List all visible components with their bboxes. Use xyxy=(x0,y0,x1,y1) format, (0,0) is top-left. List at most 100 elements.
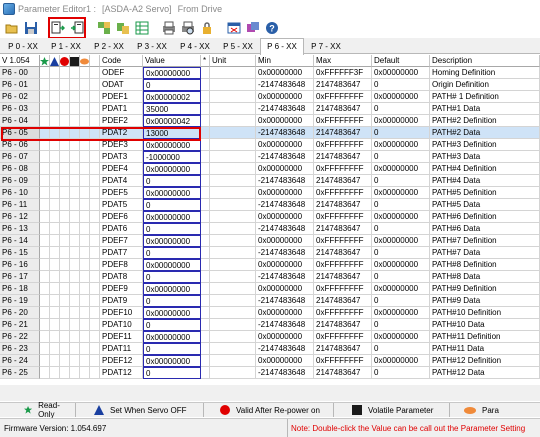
param-value[interactable]: 0 xyxy=(143,79,201,91)
legend-volatile: Volatile Parameter xyxy=(334,403,450,417)
copy-icon[interactable] xyxy=(115,20,131,36)
tab-p0[interactable]: P 0 - XX xyxy=(3,40,43,54)
param-value[interactable]: -1000000 xyxy=(143,151,201,163)
param-code: PDEF2 xyxy=(100,115,143,127)
table-row[interactable]: P6 - 16 PDEF8 0x00000000 0x00000000 0xFFFFFF… xyxy=(0,259,540,271)
param-value[interactable]: 0x00000000 xyxy=(143,283,201,295)
table-row[interactable]: P6 - 07 PDAT3 -1000000 -2147483648 214748364… xyxy=(0,151,540,163)
table-row[interactable]: P6 - 23 PDAT11 0 -2147483648 2147483647 0 PATH… xyxy=(0,343,540,355)
param-min: -2147483648 xyxy=(256,127,314,139)
table-row[interactable]: P6 - 19 PDAT9 0 -2147483648 2147483647 0 PATH#… xyxy=(0,295,540,307)
param-value[interactable]: 0 xyxy=(143,247,201,259)
compare-icon[interactable] xyxy=(96,20,112,36)
param-value[interactable]: 0x00000000 xyxy=(143,211,201,223)
param-id: P6 - 12 xyxy=(0,211,40,223)
table-row[interactable]: P6 - 18 PDEF9 0x00000000 0x00000000 0xFFFFFF… xyxy=(0,283,540,295)
table-row[interactable]: P6 - 12 PDEF6 0x00000000 0x00000000 0xFFFFFF… xyxy=(0,211,540,223)
save-icon[interactable] xyxy=(23,20,39,36)
star-cell xyxy=(201,343,210,355)
print-preview-icon[interactable] xyxy=(180,20,196,36)
para-flag xyxy=(80,199,90,211)
tab-p4[interactable]: P 4 - XX xyxy=(175,40,215,54)
param-value[interactable]: 0 xyxy=(143,295,201,307)
param-value[interactable]: 0 xyxy=(143,223,201,235)
param-value[interactable]: 35000 xyxy=(143,103,201,115)
tab-p1[interactable]: P 1 - XX xyxy=(46,40,86,54)
print-icon[interactable] xyxy=(161,20,177,36)
param-value[interactable]: 0x00000000 xyxy=(143,307,201,319)
param-value[interactable]: 0x00000000 xyxy=(143,235,201,247)
volatile-flag xyxy=(70,163,80,175)
param-value[interactable]: 0 xyxy=(143,199,201,211)
open-icon[interactable] xyxy=(4,20,20,36)
param-max: 0xFFFFFFFF xyxy=(314,211,372,223)
table-row[interactable]: P6 - 22 PDEF11 0x00000000 0x00000000 0xFFFFF… xyxy=(0,331,540,343)
table-row[interactable]: P6 - 00 ODEF 0x00000000 0x00000000 0xFFFFFF3… xyxy=(0,67,540,79)
table-row[interactable]: P6 - 03 PDAT1 35000 -2147483648 2147483647 0 P… xyxy=(0,103,540,115)
param-max: 0xFFFFFFFF xyxy=(314,139,372,151)
param-code: PDAT6 xyxy=(100,223,143,235)
param-unit xyxy=(210,211,256,223)
table-row[interactable]: P6 - 13 PDAT6 0 -2147483648 2147483647 0 PATH#… xyxy=(0,223,540,235)
param-description: PATH#8 Definition xyxy=(430,259,540,271)
param-value[interactable]: 0x00000000 xyxy=(143,187,201,199)
read-only-flag xyxy=(40,235,50,247)
title-bar: Parameter Editor1 : [ASDA-A2 Servo] From… xyxy=(0,0,540,18)
param-value[interactable]: 0x00000000 xyxy=(143,355,201,367)
table-row[interactable]: P6 - 17 PDAT8 0 -2147483648 2147483647 0 PATH#… xyxy=(0,271,540,283)
table-icon[interactable] xyxy=(134,20,150,36)
volatile-flag xyxy=(70,175,80,187)
param-id: P6 - 08 xyxy=(0,163,40,175)
param-id: P6 - 23 xyxy=(0,343,40,355)
param-value[interactable]: 0x00000000 xyxy=(143,163,201,175)
parameter-grid: V 1.054 Code Value * Unit Min Max Defaul… xyxy=(0,55,540,385)
horizontal-scrollbar[interactable] xyxy=(0,385,540,401)
table-row[interactable]: P6 - 21 PDAT10 0 -2147483648 2147483647 0 PATH… xyxy=(0,319,540,331)
star-cell xyxy=(201,307,210,319)
param-unit xyxy=(210,127,256,139)
table-row[interactable]: P6 - 10 PDEF5 0x00000000 0x00000000 0xFFFFFF… xyxy=(0,187,540,199)
param-value[interactable]: 0x00000000 xyxy=(143,331,201,343)
table-row[interactable]: P6 - 01 ODAT 0 -2147483648 2147483647 0 Origin… xyxy=(0,79,540,91)
lock-icon[interactable] xyxy=(199,20,215,36)
param-value[interactable]: 0 xyxy=(143,367,201,379)
star-cell xyxy=(201,115,210,127)
param-description: PATH#12 Data xyxy=(430,367,540,379)
param-value[interactable]: 0x00000000 xyxy=(143,259,201,271)
param-default: 0x00000000 xyxy=(372,163,430,175)
table-row[interactable]: P6 - 24 PDEF12 0x00000000 0x00000000 0xFFFFF… xyxy=(0,355,540,367)
param-value[interactable]: 0x00000000 xyxy=(143,67,201,79)
table-row[interactable]: P6 - 15 PDAT7 0 -2147483648 2147483647 0 PATH#… xyxy=(0,247,540,259)
tab-p5[interactable]: P 5 - XX xyxy=(218,40,258,54)
param-value[interactable]: 0 xyxy=(143,343,201,355)
read-only-flag xyxy=(40,283,50,295)
param-unit xyxy=(210,343,256,355)
read-only-flag xyxy=(40,91,50,103)
param-value[interactable]: 0 xyxy=(143,319,201,331)
legend-repower: Valid After Re-power on xyxy=(204,403,334,417)
table-row[interactable]: P6 - 08 PDEF4 0x00000000 0x00000000 0xFFFFFF… xyxy=(0,163,540,175)
table-row[interactable]: P6 - 09 PDAT4 0 -2147483648 2147483647 0 PATH#… xyxy=(0,175,540,187)
servo-off-flag xyxy=(50,175,60,187)
param-max: 0xFFFFFFFF xyxy=(314,331,372,343)
table-row[interactable]: P6 - 25 PDAT12 0 -2147483648 2147483647 0 PATH… xyxy=(0,367,540,379)
param-unit xyxy=(210,67,256,79)
table-row[interactable]: P6 - 14 PDEF7 0x00000000 0x00000000 0xFFFFFF… xyxy=(0,235,540,247)
param-value[interactable]: 0 xyxy=(143,175,201,187)
tab-p3[interactable]: P 3 - XX xyxy=(132,40,172,54)
param-unit xyxy=(210,367,256,379)
tab-p2[interactable]: P 2 - XX xyxy=(89,40,129,54)
help-icon[interactable]: ? xyxy=(264,20,280,36)
table-row[interactable]: P6 - 11 PDAT5 0 -2147483648 2147483647 0 PATH#… xyxy=(0,199,540,211)
tab-p6[interactable]: P 6 - XX xyxy=(260,38,304,55)
volatile-flag xyxy=(70,355,80,367)
param-value[interactable]: 0 xyxy=(143,271,201,283)
connect-icon[interactable] xyxy=(245,20,261,36)
table-row[interactable]: P6 - 20 PDEF10 0x00000000 0x00000000 0xFFFFF… xyxy=(0,307,540,319)
param-value[interactable]: 0x00000042 xyxy=(143,115,201,127)
table-row[interactable]: P6 - 02 PDEF1 0x00000002 0x00000000 0xFFFFFF… xyxy=(0,91,540,103)
tab-p7[interactable]: P 7 - XX xyxy=(306,40,346,54)
table-row[interactable]: P6 - 04 PDEF2 0x00000042 0x00000000 0xFFFFFF… xyxy=(0,115,540,127)
window-icon[interactable] xyxy=(226,20,242,36)
param-value[interactable]: 0x00000002 xyxy=(143,91,201,103)
